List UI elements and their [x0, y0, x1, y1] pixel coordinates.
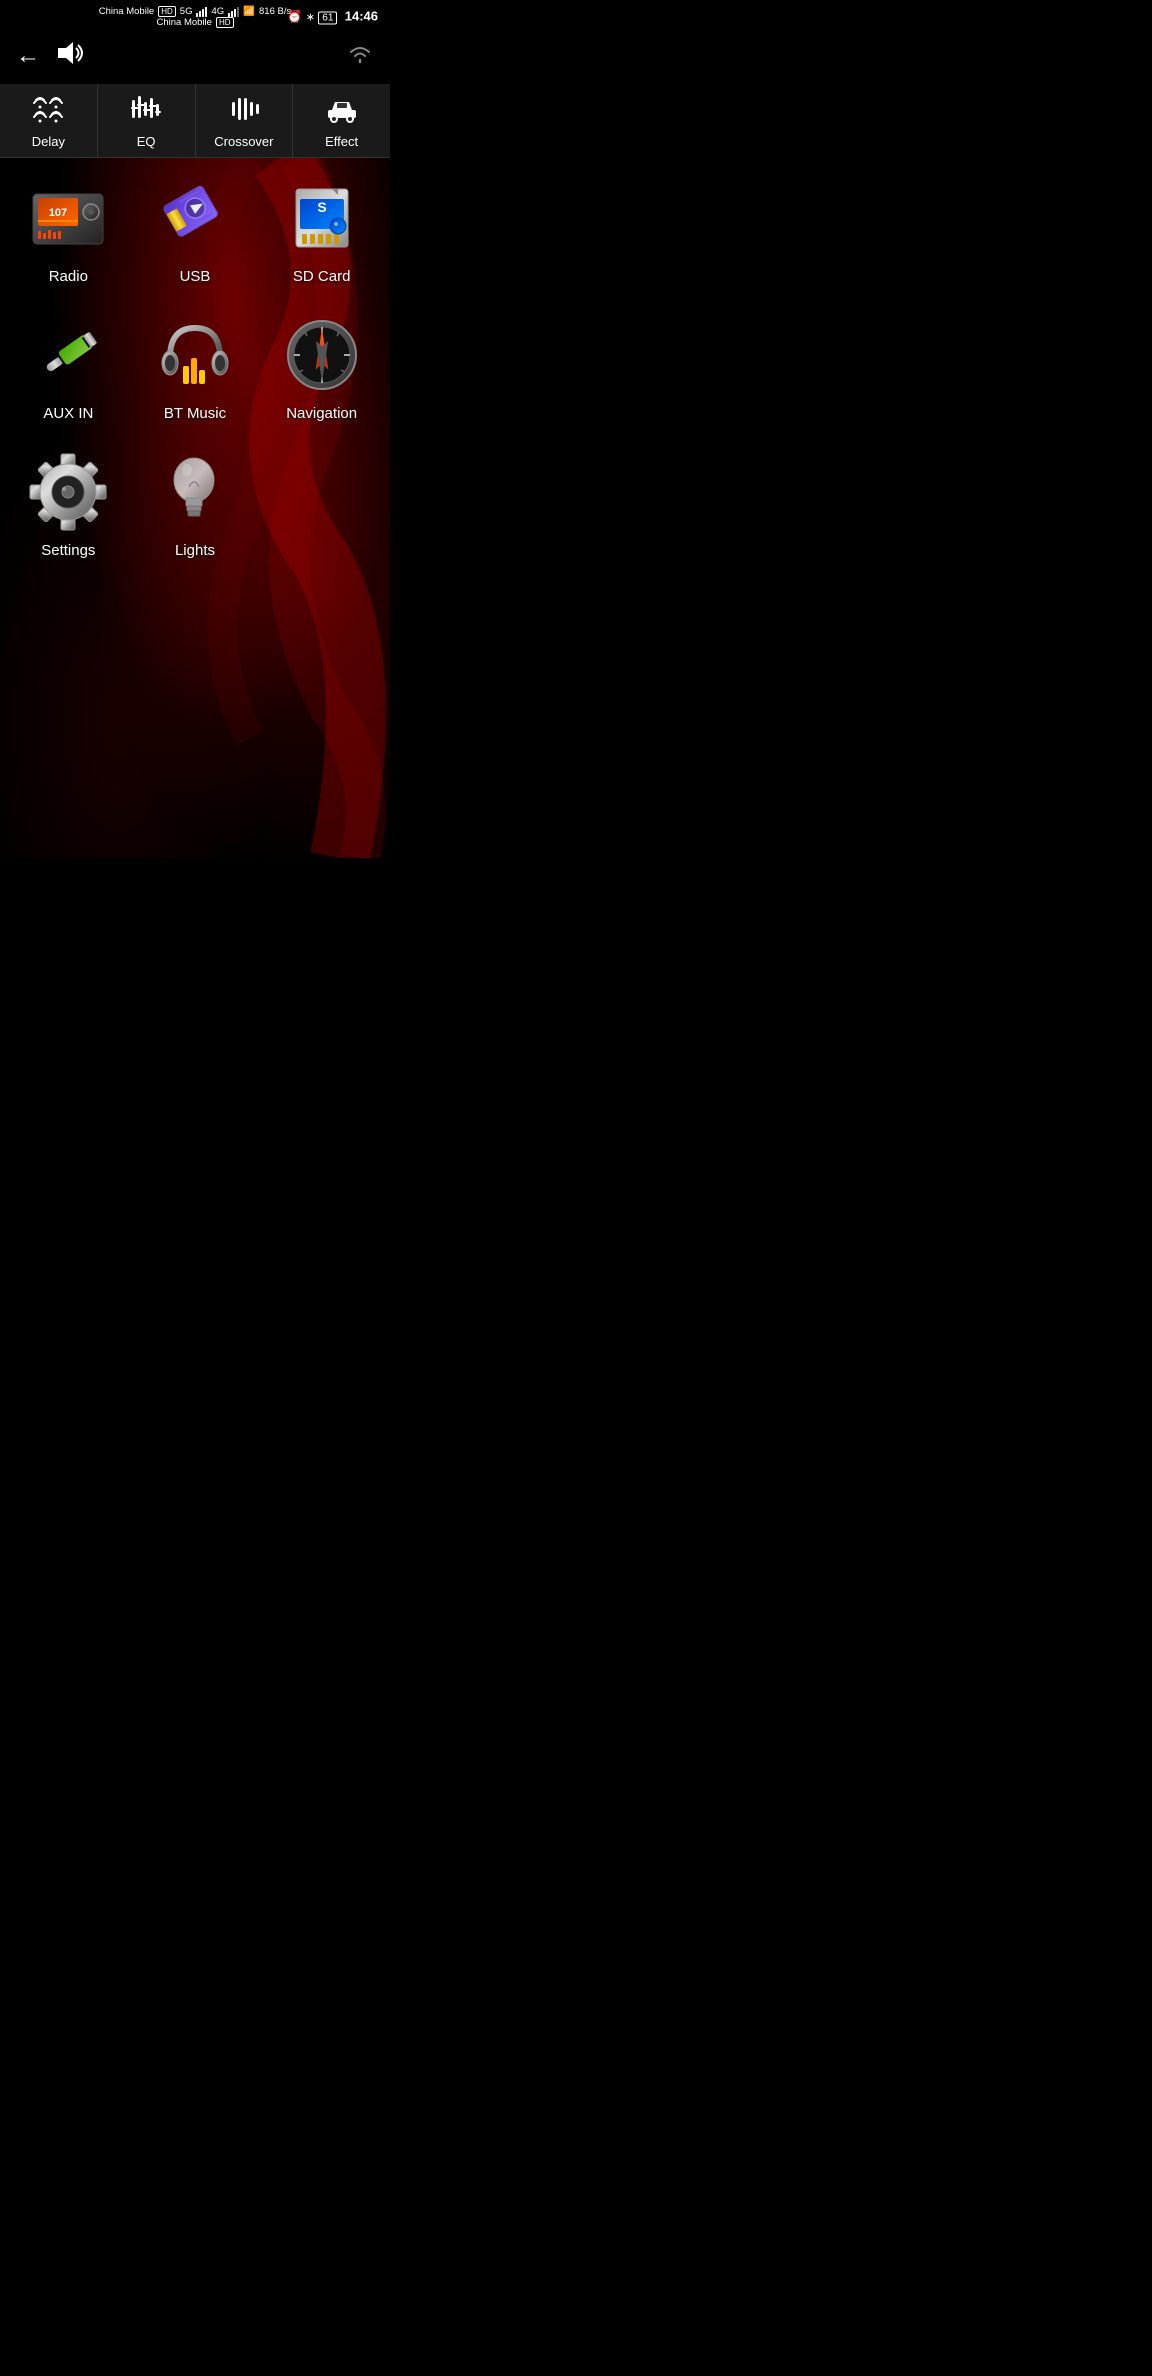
battery-icon: 61 [318, 12, 337, 25]
tab-bar: Delay EQ [0, 84, 390, 158]
wifi-status-icon [346, 42, 374, 70]
data-speed: 816 B/s [259, 6, 291, 17]
eq-icon [128, 94, 164, 130]
app-settings[interactable]: Settings [10, 452, 127, 559]
hd-badge2: HD [216, 17, 234, 28]
carrier1-label: China Mobile [99, 6, 154, 17]
carrier2-label: China Mobile [156, 17, 211, 28]
app-navigation[interactable]: Navigation [263, 315, 380, 422]
volume-button[interactable] [56, 40, 86, 72]
auxin-icon-wrap [28, 315, 108, 395]
app-usb[interactable]: USB [137, 178, 254, 285]
effect-icon [324, 94, 360, 130]
top-bar: ← [0, 32, 390, 84]
svg-text:107: 107 [49, 207, 67, 219]
network2-label: 4G [211, 6, 224, 17]
navigation-label: Navigation [286, 405, 357, 422]
signal2-icon [228, 7, 239, 17]
btmusic-icon-wrap [155, 315, 235, 395]
crossover-icon [226, 94, 262, 130]
tab-crossover[interactable]: Crossover [196, 84, 294, 157]
auxin-label: AUX IN [43, 405, 93, 422]
sdcard-label: SD Card [293, 268, 351, 285]
svg-text:S: S [317, 199, 326, 215]
hd-badge: HD [158, 6, 176, 17]
lights-label: Lights [175, 542, 215, 559]
app-btmusic[interactable]: BT Music [137, 315, 254, 422]
tab-eq-label: EQ [137, 134, 156, 149]
top-left-controls: ← [16, 40, 86, 72]
usb-icon-wrap [155, 178, 235, 258]
carrier-info: China Mobile HD 5G 4G 📶 816 B/s China Mo… [99, 6, 291, 28]
status-bar: China Mobile HD 5G 4G 📶 816 B/s China Mo… [0, 0, 390, 32]
tab-effect-label: Effect [325, 134, 358, 149]
radio-label: Radio [49, 268, 88, 285]
radio-icon-wrap: 107 [28, 178, 108, 258]
status-right-icons: ⏰ ∗ 61 14:46 [287, 9, 378, 24]
app-radio[interactable]: 107 Radio [10, 178, 127, 285]
btmusic-label: BT Music [164, 405, 226, 422]
back-button[interactable]: ← [16, 42, 40, 70]
network1-label: 5G [180, 6, 193, 17]
wifi-icon: 📶 [243, 6, 255, 17]
main-content: 107 Radio [0, 158, 390, 858]
tab-delay[interactable]: Delay [0, 84, 98, 157]
usb-label: USB [180, 268, 211, 285]
alarm-icon: ⏰ [287, 10, 302, 24]
delay-icon [30, 94, 66, 130]
tab-effect[interactable]: Effect [293, 84, 390, 157]
settings-icon-wrap [28, 452, 108, 532]
tab-eq[interactable]: EQ [98, 84, 196, 157]
app-lights[interactable]: Lights [137, 452, 254, 559]
settings-label: Settings [41, 542, 95, 559]
bluetooth-icon: ∗ [306, 12, 315, 24]
time-label: 14:46 [345, 9, 378, 24]
app-auxin[interactable]: AUX IN [10, 315, 127, 422]
tab-delay-label: Delay [32, 134, 65, 149]
signal1-icon [196, 7, 207, 17]
tab-crossover-label: Crossover [214, 134, 273, 149]
sdcard-icon-wrap: S [282, 178, 362, 258]
app-sdcard[interactable]: S SD Card [263, 178, 380, 285]
lights-icon-wrap [155, 452, 235, 532]
navigation-icon-wrap [282, 315, 362, 395]
apps-grid: 107 Radio [0, 158, 390, 589]
